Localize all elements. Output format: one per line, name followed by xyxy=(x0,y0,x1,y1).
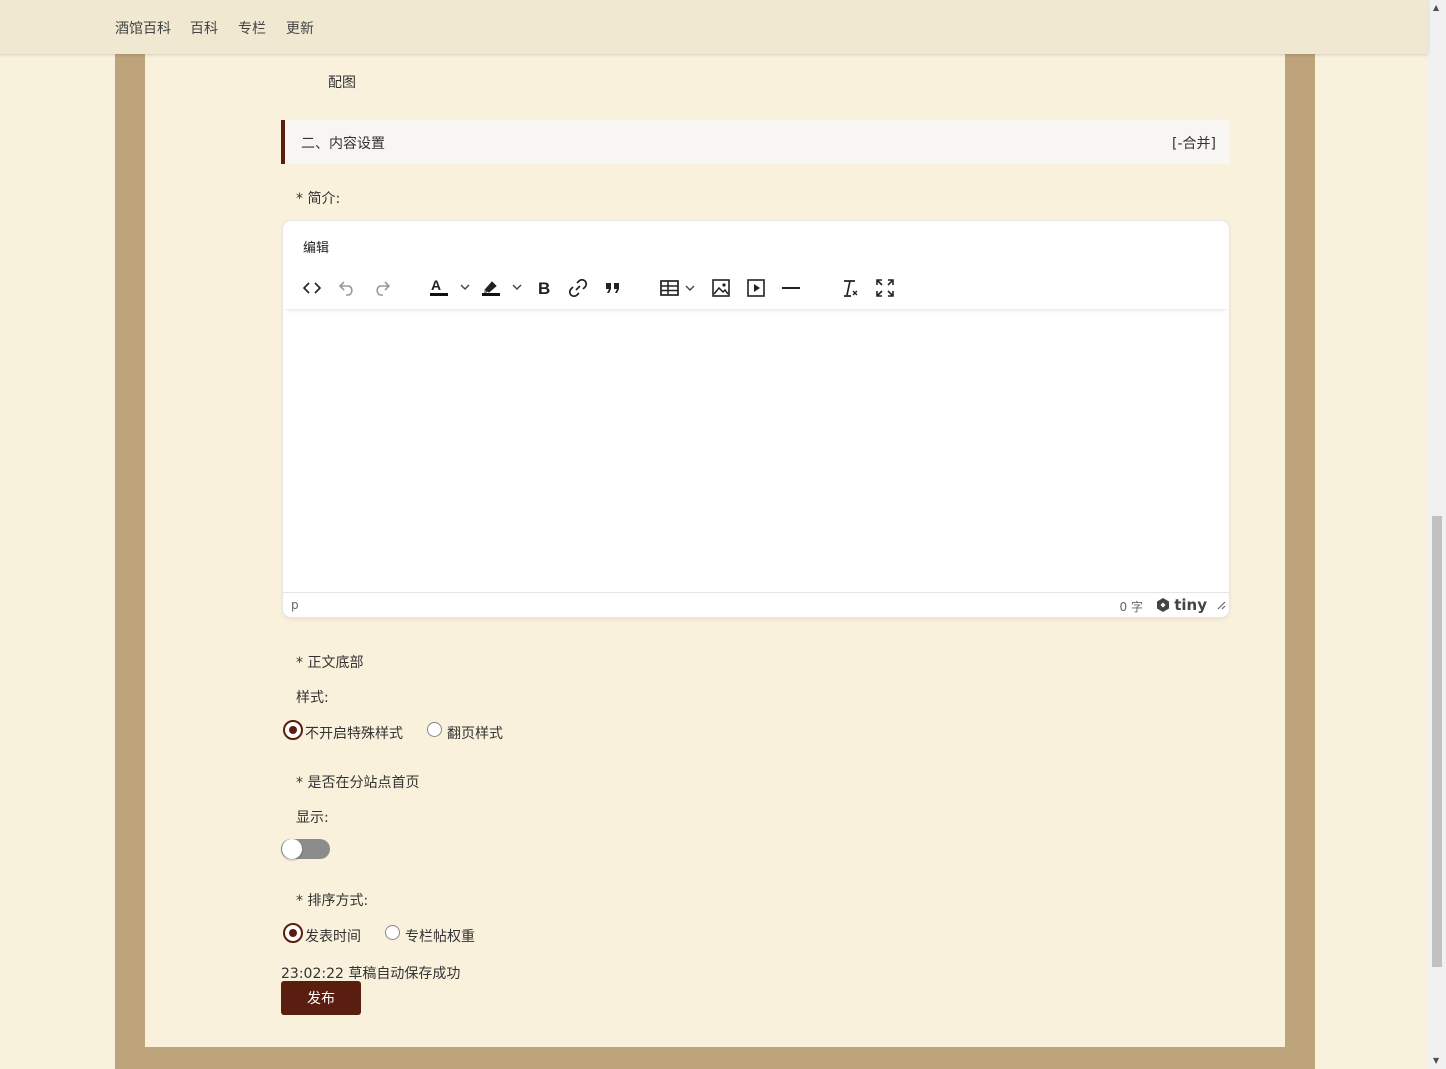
homepage-sublabel: 显示: xyxy=(296,810,329,826)
top-nav: 酒馆百科 百科 专栏 更新 xyxy=(0,0,1428,54)
scrollbar-thumb[interactable] xyxy=(1432,516,1442,967)
word-count[interactable]: 0 字 xyxy=(1120,598,1143,615)
radio-label-no-special-style[interactable]: 不开启特殊样式 xyxy=(305,723,403,743)
nav-item-updates[interactable]: 更新 xyxy=(286,18,314,38)
image-icon[interactable] xyxy=(708,273,734,303)
autosave-status: 23:02:22 草稿自动保存成功 xyxy=(281,966,461,982)
svg-text:A: A xyxy=(431,277,441,293)
radio-label-publish-time[interactable]: 发表时间 xyxy=(305,926,361,946)
toggle-knob xyxy=(282,839,302,859)
nav-item-tavern-wiki[interactable]: 酒馆百科 xyxy=(115,18,171,38)
editor-content-area[interactable] xyxy=(283,311,1229,592)
media-icon[interactable] xyxy=(743,273,769,303)
highlight-color-icon[interactable] xyxy=(480,273,526,303)
footer-style-label: * 正文底部 xyxy=(296,655,364,671)
editor-menubar: 编辑 xyxy=(283,221,1229,267)
clear-format-icon[interactable] xyxy=(837,273,863,303)
scroll-up-arrow-icon[interactable]: ▲ xyxy=(1433,3,1439,12)
tiny-brand-text: tiny xyxy=(1174,596,1207,614)
rich-text-editor: 编辑 A B p 0 字 tiny xyxy=(283,221,1229,617)
page-scrollbar[interactable]: ▲ ▼ xyxy=(1428,0,1446,1069)
section-title: 二、内容设置 xyxy=(301,136,385,152)
section-content-settings: 二、内容设置 [-合并] xyxy=(281,120,1230,164)
editor-toolbar: A B xyxy=(283,267,1229,309)
intro-label: * 简介: xyxy=(296,191,341,207)
radio-publish-time[interactable] xyxy=(283,923,303,943)
undo-icon[interactable] xyxy=(334,273,360,303)
homepage-display-toggle[interactable] xyxy=(281,839,330,859)
menu-edit[interactable]: 编辑 xyxy=(303,237,329,256)
fullscreen-icon[interactable] xyxy=(872,273,898,303)
bold-icon[interactable]: B xyxy=(531,273,557,303)
element-path[interactable]: p xyxy=(291,598,299,612)
editor-statusbar: p 0 字 tiny xyxy=(283,592,1229,617)
horizontal-rule-icon[interactable] xyxy=(778,273,804,303)
nav-item-column[interactable]: 专栏 xyxy=(238,18,266,38)
radio-label-page-style[interactable]: 翻页样式 xyxy=(447,723,503,743)
tiny-logo-icon xyxy=(1157,598,1170,612)
resize-handle-icon[interactable] xyxy=(1216,595,1226,614)
scroll-down-arrow-icon[interactable]: ▼ xyxy=(1433,1056,1439,1065)
tiny-brand-link[interactable]: tiny xyxy=(1155,596,1207,614)
radio-label-column-weight[interactable]: 专栏帖权重 xyxy=(405,926,475,946)
section-collapse-toggle[interactable]: [-合并] xyxy=(1172,133,1216,153)
image-label: 配图 xyxy=(328,75,356,91)
source-code-icon[interactable] xyxy=(299,273,325,303)
redo-icon[interactable] xyxy=(369,273,395,303)
svg-text:B: B xyxy=(538,279,550,297)
table-icon[interactable] xyxy=(659,273,699,303)
radio-column-weight[interactable] xyxy=(385,925,400,940)
sort-label: * 排序方式: xyxy=(296,893,369,909)
footer-style-sublabel: 样式: xyxy=(296,690,329,706)
nav-item-wiki[interactable]: 百科 xyxy=(190,18,218,38)
radio-page-style[interactable] xyxy=(427,722,442,737)
blockquote-icon[interactable] xyxy=(600,273,626,303)
publish-button[interactable]: 发布 xyxy=(281,981,361,1015)
radio-no-special-style[interactable] xyxy=(283,720,303,740)
text-color-icon[interactable]: A xyxy=(428,273,474,303)
homepage-label: * 是否在分站点首页 xyxy=(296,775,420,791)
link-icon[interactable] xyxy=(565,273,591,303)
